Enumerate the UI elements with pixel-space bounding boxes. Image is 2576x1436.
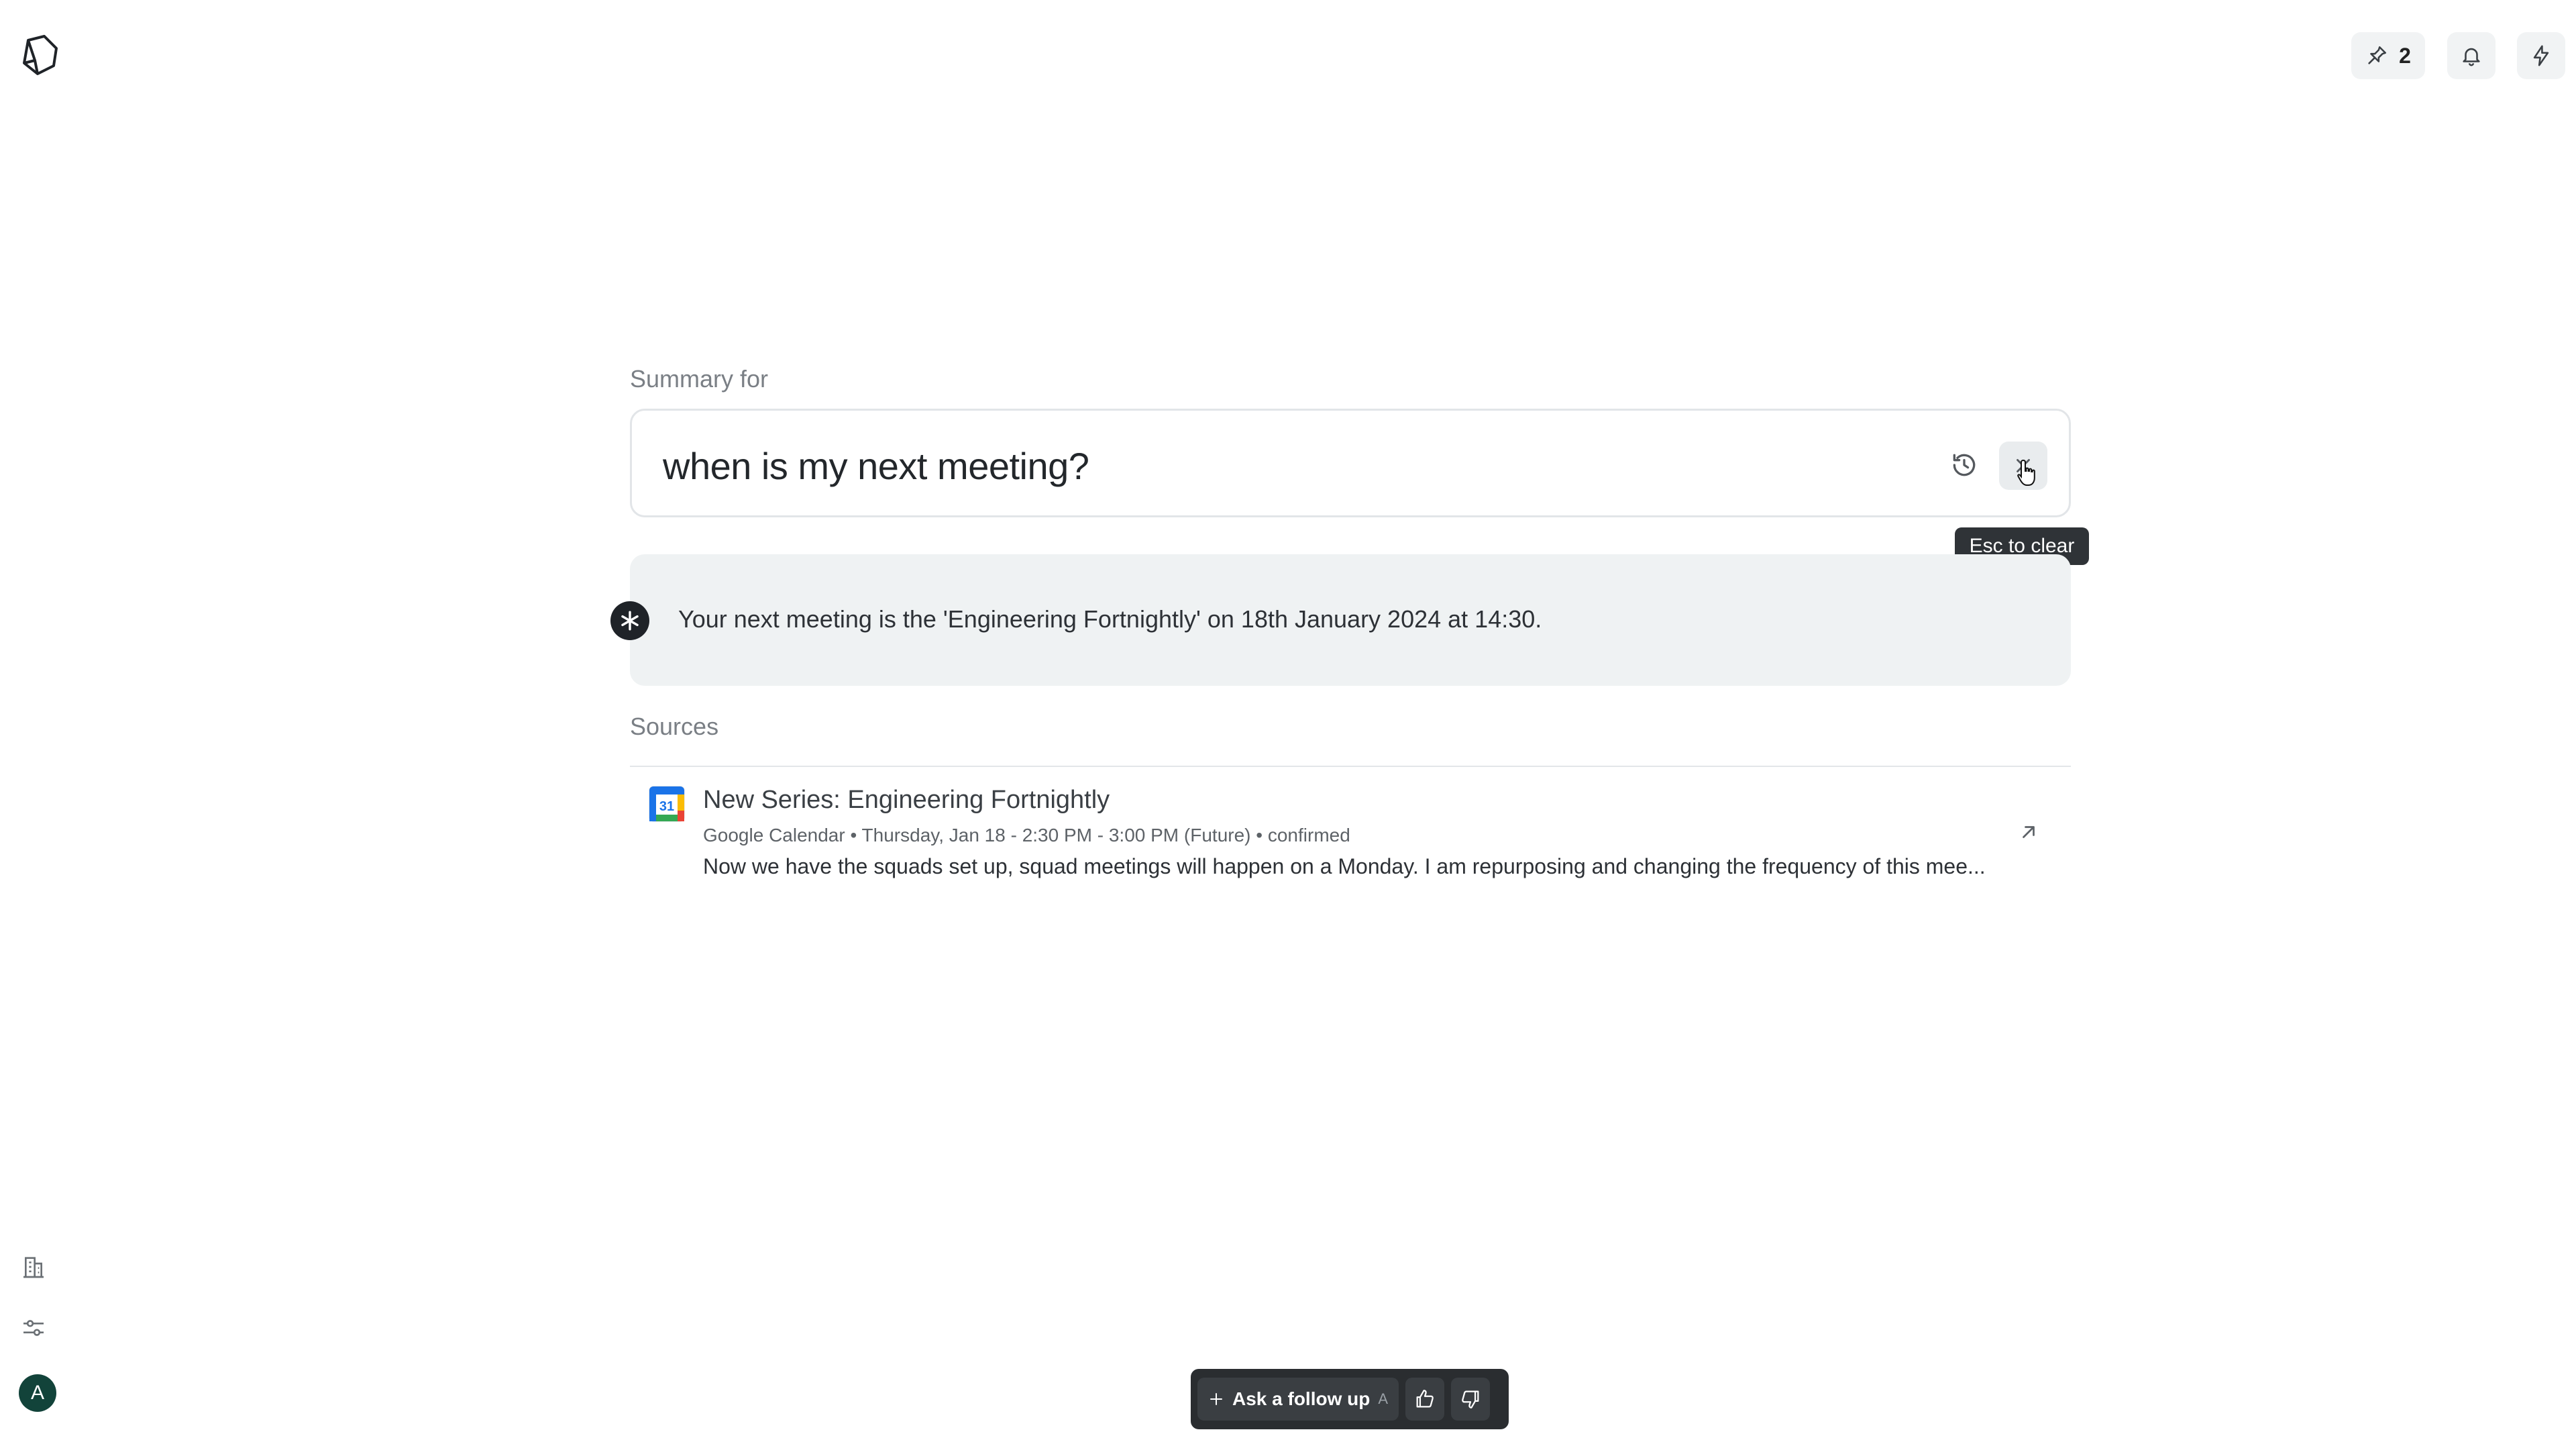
sources-heading: Sources: [630, 713, 719, 740]
app-logo[interactable]: [15, 31, 63, 79]
follow-up-label: Ask a follow up: [1232, 1388, 1371, 1409]
logo-icon: [23, 35, 58, 75]
google-calendar-icon: 31: [648, 785, 686, 823]
bell-icon: [2463, 48, 2480, 66]
source-snippet: Now we have the squads set up, squad mee…: [703, 854, 1986, 878]
user-avatar[interactable]: A: [19, 1374, 56, 1412]
notifications-button[interactable]: [2447, 32, 2496, 79]
sources-divider: [630, 766, 2071, 767]
thumbs-down-icon: [1462, 1390, 1479, 1408]
search-input[interactable]: when is my next meeting?: [630, 409, 2071, 517]
pinned-count: 2: [2399, 43, 2411, 68]
thumbs-up-button[interactable]: [1405, 1378, 1445, 1421]
history-icon[interactable]: [1949, 450, 1979, 480]
lightning-icon: [2533, 45, 2549, 66]
settings-button[interactable]: [17, 1312, 50, 1344]
ai-answer-icon: [610, 601, 649, 640]
pointer-cursor-icon: [2017, 459, 2039, 487]
follow-up-shortcut: A: [1378, 1390, 1389, 1407]
open-external-icon[interactable]: [2017, 820, 2041, 844]
plus-icon: [1210, 1393, 1222, 1405]
summary-label: Summary for: [630, 365, 769, 393]
source-title[interactable]: New Series: Engineering Fortnightly: [703, 786, 1110, 815]
search-query-text[interactable]: when is my next meeting?: [663, 444, 1089, 488]
building-icon: [23, 1257, 44, 1278]
company-icon[interactable]: [17, 1251, 50, 1283]
sliders-icon: [23, 1320, 44, 1336]
thumbs-up-icon: [1416, 1390, 1434, 1408]
calendar-day-number: 31: [659, 799, 674, 814]
source-meta: Google Calendar • Thursday, Jan 18 - 2:3…: [703, 825, 1350, 845]
thumbs-down-button[interactable]: [1451, 1378, 1491, 1421]
ask-follow-up-button[interactable]: Ask a follow up A: [1197, 1378, 1399, 1421]
quick-actions-button[interactable]: [2517, 32, 2565, 79]
answer-text: Your next meeting is the 'Engineering Fo…: [678, 605, 1542, 633]
pin-icon: [2368, 46, 2387, 64]
pinned-button[interactable]: 2: [2351, 32, 2425, 79]
follow-up-bar: Ask a follow up A: [1191, 1369, 1509, 1429]
asterisk-icon: [621, 611, 639, 631]
